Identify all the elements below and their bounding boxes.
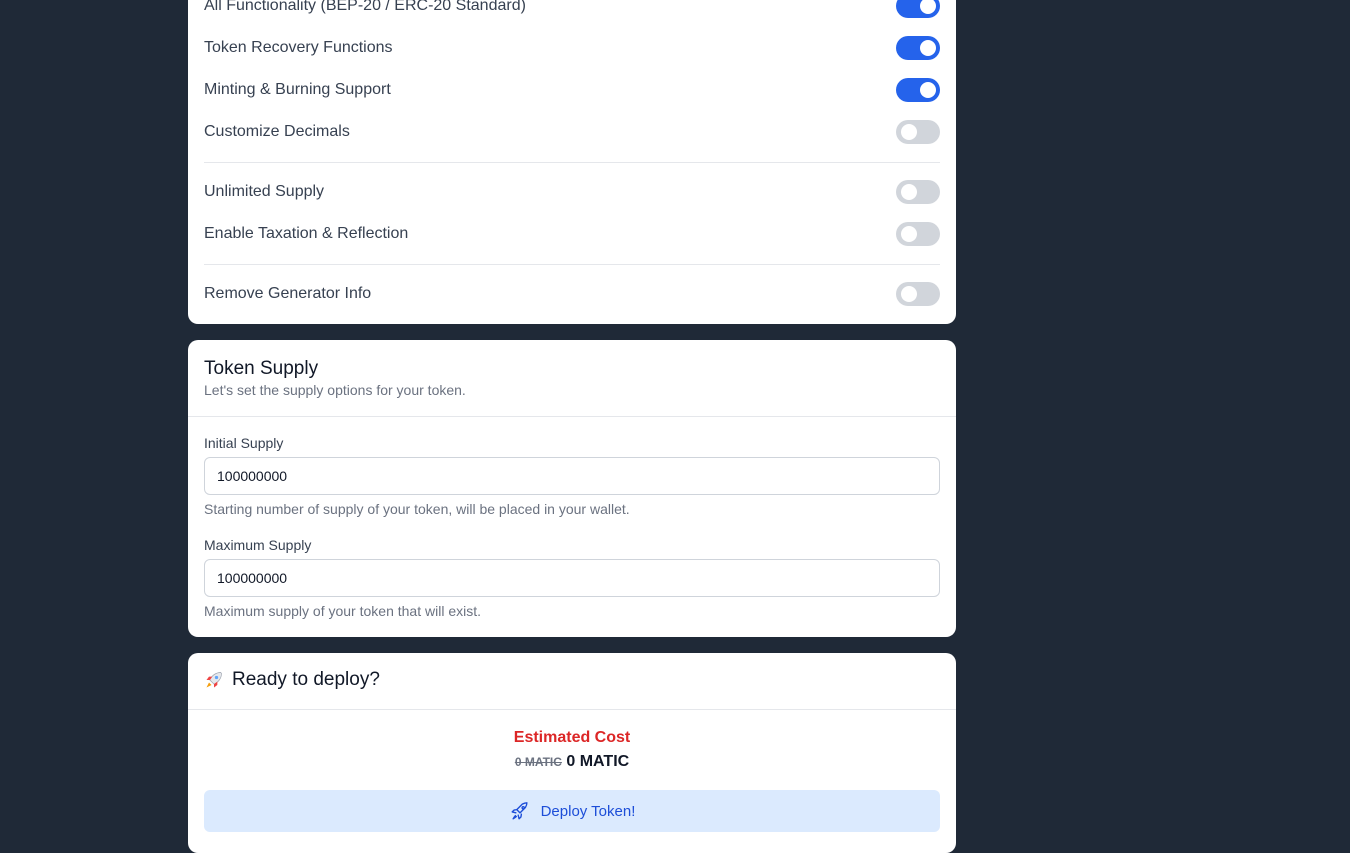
initial-supply-input[interactable] xyxy=(204,457,940,495)
option-remove-generator-info: Remove Generator Info xyxy=(204,278,940,310)
initial-supply-help: Starting number of supply of your token,… xyxy=(204,501,630,517)
option-customize-decimals: Customize Decimals xyxy=(204,116,940,148)
token-supply-card: Token Supply Let's set the supply option… xyxy=(188,340,956,637)
option-label: Minting & Burning Support xyxy=(204,81,391,98)
option-label: All Functionality (BEP-20 / ERC-20 Stand… xyxy=(204,0,526,14)
toggle-unlimited-supply[interactable] xyxy=(896,180,940,204)
option-unlimited-supply: Unlimited Supply xyxy=(204,176,940,208)
features-card: All Functionality (BEP-20 / ERC-20 Stand… xyxy=(188,0,956,324)
deploy-card: Ready to deploy? Estimated Cost 0 MATIC … xyxy=(188,653,956,853)
toggle-minting-burning[interactable] xyxy=(896,78,940,102)
toggle-token-recovery[interactable] xyxy=(896,36,940,60)
maximum-supply-help: Maximum supply of your token that will e… xyxy=(204,603,481,619)
initial-supply-label: Initial Supply xyxy=(204,435,284,451)
toggle-taxation-reflection[interactable] xyxy=(896,222,940,246)
maximum-supply-label: Maximum Supply xyxy=(204,537,312,553)
divider xyxy=(188,709,956,710)
option-label: Unlimited Supply xyxy=(204,183,325,200)
rocket-icon xyxy=(511,802,528,820)
toggle-remove-generator-info[interactable] xyxy=(896,282,940,306)
deploy-header: Ready to deploy? xyxy=(204,669,380,691)
deploy-title: Ready to deploy? xyxy=(232,669,380,690)
estimated-cost-label: Estimated Cost xyxy=(513,729,631,746)
option-label: Token Recovery Functions xyxy=(204,39,393,56)
option-label: Enable Taxation & Reflection xyxy=(204,225,409,242)
divider xyxy=(188,416,956,417)
rocket-icon xyxy=(206,672,222,688)
toggle-customize-decimals[interactable] xyxy=(896,120,940,144)
deploy-button-label: Deploy Token! xyxy=(540,802,636,820)
option-label: Remove Generator Info xyxy=(204,285,372,302)
divider xyxy=(204,264,940,265)
card-subtitle: Let's set the supply options for your to… xyxy=(204,382,466,398)
toggle-all-functionality[interactable] xyxy=(896,0,940,18)
option-token-recovery: Token Recovery Functions xyxy=(204,32,940,64)
estimated-cost-value: 0 MATIC 0 MATIC xyxy=(188,753,956,771)
divider xyxy=(204,162,940,163)
option-label: Customize Decimals xyxy=(204,123,350,140)
maximum-supply-input[interactable] xyxy=(204,559,940,597)
option-taxation-reflection: Enable Taxation & Reflection xyxy=(204,218,940,250)
discounted-cost: 0 MATIC xyxy=(566,753,630,770)
deploy-token-button[interactable]: Deploy Token! xyxy=(204,790,940,832)
original-cost: 0 MATIC xyxy=(514,755,562,769)
option-minting-burning: Minting & Burning Support xyxy=(204,74,940,106)
option-all-functionality: All Functionality (BEP-20 / ERC-20 Stand… xyxy=(204,0,940,22)
card-title: Token Supply xyxy=(204,358,319,379)
